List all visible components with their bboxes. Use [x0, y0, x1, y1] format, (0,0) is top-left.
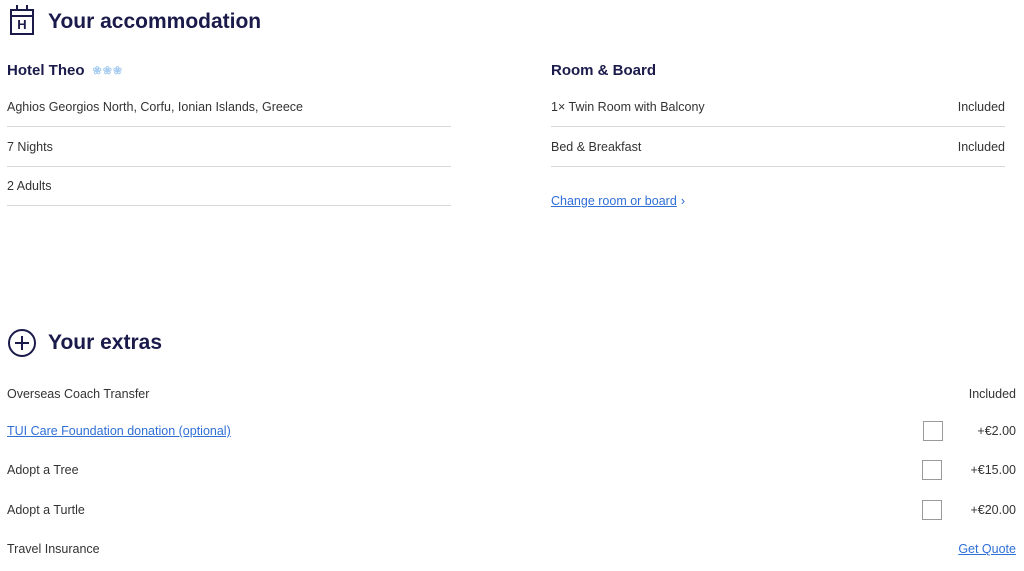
accommodation-title: Your accommodation — [48, 10, 262, 33]
board-row: Bed & Breakfast Included — [551, 127, 1005, 167]
hotel-nights: 7 Nights — [7, 139, 53, 154]
room-board-title: Room & Board — [551, 62, 656, 79]
tui-donation-link[interactable]: TUI Care Foundation donation (optional) — [7, 424, 231, 438]
extras-title: Your extras — [48, 331, 162, 354]
hotel-location-row: Aghios Georgios North, Corfu, Ionian Isl… — [7, 88, 451, 127]
hotel-name: Hotel Theo — [7, 62, 85, 79]
hotel-guests: 2 Adults — [7, 179, 52, 193]
plus-circle-icon — [8, 329, 36, 357]
room-status: Included — [957, 100, 1005, 114]
change-room-board-link[interactable]: Change room or board — [551, 194, 677, 208]
room-row: 1× Twin Room with Balcony Included — [551, 88, 1005, 127]
adopt-tree-checkbox[interactable] — [922, 460, 943, 480]
accommodation-header: H Your accommodation — [10, 5, 262, 35]
change-room-board-link-container[interactable]: Change room or board › — [551, 193, 685, 208]
rating-stars-icon: ❀❀❀ — [92, 65, 124, 77]
extra-row-adopt-tree: Adopt a Tree +€15.00 — [7, 459, 1016, 481]
extra-price: +€15.00 — [970, 463, 1016, 477]
extra-label: Overseas Coach Transfer — [7, 387, 150, 401]
extra-included: Included — [968, 387, 1016, 401]
extras-header: Your extras — [8, 329, 162, 357]
extra-row-coach-transfer: Overseas Coach Transfer Included — [7, 386, 1016, 402]
extra-row-adopt-turtle: Adopt a Turtle +€20.00 — [7, 499, 1016, 521]
hotel-guests-row: 2 Adults — [7, 167, 451, 206]
room-board-heading: Room & Board — [551, 62, 656, 79]
extra-label: Travel Insurance — [7, 542, 100, 556]
extra-row-tui-donation: TUI Care Foundation donation (optional) … — [7, 420, 1016, 442]
get-quote-link[interactable]: Get Quote — [958, 542, 1016, 556]
extra-label: Adopt a Tree — [7, 463, 79, 477]
board-label: Bed & Breakfast — [551, 139, 642, 154]
board-status: Included — [957, 139, 1005, 154]
tui-donation-checkbox[interactable] — [923, 421, 943, 441]
room-label: 1× Twin Room with Balcony — [551, 100, 705, 114]
hotel-location: Aghios Georgios North, Corfu, Ionian Isl… — [7, 100, 303, 114]
hotel-nights-row: 7 Nights — [7, 127, 451, 167]
chevron-right-icon[interactable]: › — [681, 193, 685, 208]
hotel-icon: H — [10, 5, 34, 35]
extra-price: +€20.00 — [970, 503, 1016, 517]
extra-label: Adopt a Turtle — [7, 503, 85, 517]
adopt-turtle-checkbox[interactable] — [922, 500, 943, 520]
hotel-name-heading: Hotel Theo ❀❀❀ — [7, 62, 123, 79]
extra-row-travel-insurance: Travel Insurance Get Quote — [7, 541, 1016, 557]
extra-price: +€2.00 — [977, 424, 1016, 438]
